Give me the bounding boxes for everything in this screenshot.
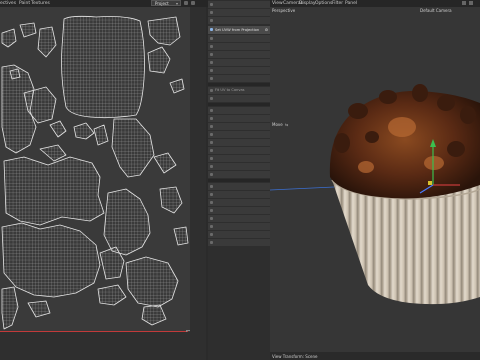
menu-item-ectives[interactable]: ectives [0, 0, 16, 7]
3d-viewport[interactable]: Perspective Default Camera [270, 7, 480, 360]
tool-item[interactable] [208, 43, 270, 50]
tool-item[interactable] [208, 123, 270, 130]
move-tool-label[interactable]: Move ⇆ [270, 122, 290, 128]
tool-item[interactable] [208, 9, 270, 16]
tool-item[interactable] [208, 35, 270, 42]
tool-item[interactable] [208, 17, 270, 24]
uv-right-strip [190, 7, 206, 360]
tool-divider [208, 103, 270, 106]
tool-item[interactable] [208, 139, 270, 146]
chevron-down-icon: ▾ [175, 1, 178, 6]
tool-item[interactable] [208, 115, 270, 122]
viewport-menu-view[interactable]: View [272, 0, 283, 7]
tool-label-fit: Fit UV to Canvas [215, 88, 245, 92]
viewport-footer: View Transform: Scene [270, 352, 480, 360]
expand-icon[interactable] [191, 1, 195, 5]
tool-item[interactable] [208, 223, 270, 230]
tool-item[interactable] [208, 107, 270, 114]
menu-item-textures[interactable]: Textures [31, 0, 50, 7]
tool-item[interactable] [208, 155, 270, 162]
tool-item[interactable] [208, 215, 270, 222]
tool-divider [208, 83, 270, 86]
tool-label-active: Set UVW from Projection [215, 28, 260, 32]
uv-islands [1, 15, 189, 330]
move-icon: ⇆ [285, 122, 289, 127]
viewport-menu-panel[interactable]: Panel [345, 0, 357, 7]
tool-item[interactable] [208, 183, 270, 190]
viewport-icon[interactable] [469, 1, 473, 5]
move-label-text: Move [272, 122, 283, 127]
tool-item[interactable] [208, 207, 270, 214]
viewport-menu-options[interactable]: Options [315, 0, 332, 7]
world-axis-line [270, 186, 335, 191]
tool-item[interactable] [208, 239, 270, 246]
mode-select-value: Project [155, 1, 169, 6]
viewport-projection-label: Perspective [272, 8, 296, 13]
viewport-camera-label[interactable]: Default Camera [420, 8, 452, 13]
tool-item[interactable] [208, 75, 270, 82]
tool-item[interactable] [208, 131, 270, 138]
tool-item[interactable] [208, 171, 270, 178]
cupcake-render [270, 84, 480, 305]
tool-item[interactable] [208, 147, 270, 154]
tool-set-uvw-from-projection[interactable]: Set UVW from Projection ⚙ [208, 26, 270, 34]
viewport-menu-display[interactable]: Display [299, 0, 316, 7]
tool-fit-uv-to-canvas[interactable]: Fit UV to Canvas [208, 87, 270, 94]
tool-item[interactable] [208, 1, 270, 8]
tool-item[interactable] [208, 59, 270, 66]
tool-item[interactable] [208, 67, 270, 74]
tool-item[interactable] [208, 199, 270, 206]
uv-bottom-bar [0, 332, 190, 360]
tool-item[interactable] [208, 95, 270, 102]
viewport-menu-filter[interactable]: Filter [332, 0, 343, 7]
tool-item[interactable] [208, 51, 270, 58]
tool-item[interactable] [208, 231, 270, 238]
viewport-icon[interactable] [462, 1, 466, 5]
uv-editor-canvas[interactable] [0, 7, 190, 332]
lock-icon[interactable] [184, 1, 188, 5]
view-transform-label: View Transform: Scene [272, 354, 318, 359]
tool-item[interactable] [208, 191, 270, 198]
tool-item[interactable] [208, 163, 270, 170]
menu-item-paint[interactable]: Paint [19, 0, 30, 7]
mode-select[interactable]: Project ▾ [151, 0, 181, 6]
tool-divider [208, 179, 270, 182]
uv-tools-panel: Set UVW from Projection ⚙ Fit UV to Canv… [208, 0, 270, 360]
gear-icon[interactable]: ⚙ [265, 26, 268, 34]
